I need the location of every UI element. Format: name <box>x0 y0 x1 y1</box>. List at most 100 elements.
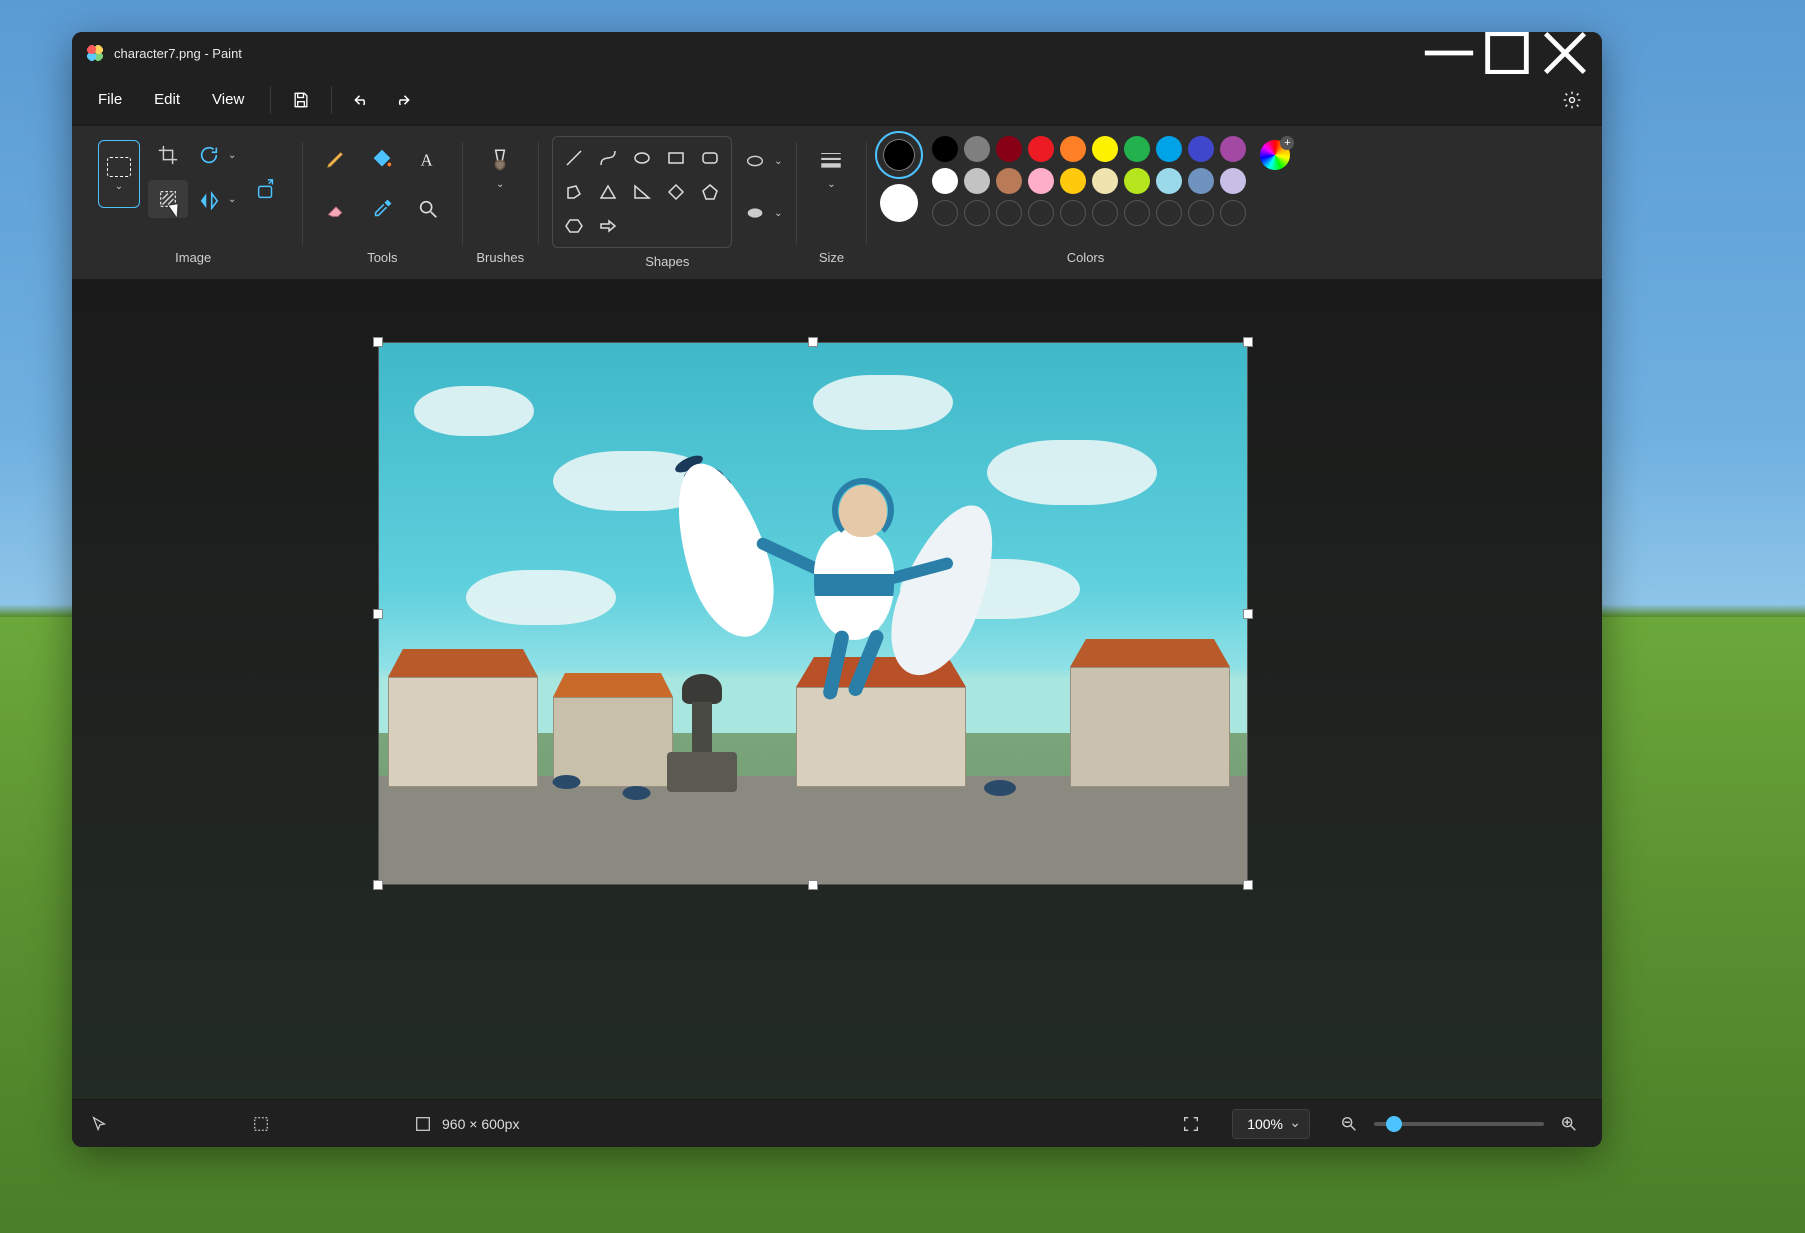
chevron-down-icon[interactable]: ⌄ <box>228 194 236 205</box>
shape-oval[interactable] <box>629 145 655 171</box>
color-swatch[interactable] <box>1156 136 1182 162</box>
menu-file[interactable]: File <box>82 83 138 116</box>
color-swatch[interactable] <box>1060 136 1086 162</box>
zoom-slider[interactable] <box>1374 1122 1544 1126</box>
color-swatch[interactable] <box>1092 136 1118 162</box>
color-swatch-empty[interactable] <box>1060 200 1086 226</box>
group-label-colors: Colors <box>1067 250 1105 269</box>
brushes-button[interactable]: ⌄ <box>479 136 521 200</box>
group-colors: Colors <box>866 136 1304 273</box>
undo-button[interactable] <box>342 80 382 120</box>
color-2-swatch[interactable] <box>880 184 918 222</box>
group-brushes: ⌄ Brushes <box>462 136 538 273</box>
resize-handle[interactable] <box>808 880 818 890</box>
color-swatch[interactable] <box>1220 136 1246 162</box>
color-swatch[interactable] <box>1188 168 1214 194</box>
color-palette <box>932 136 1246 226</box>
color-swatch[interactable] <box>1220 168 1246 194</box>
color-swatch[interactable] <box>1156 168 1182 194</box>
zoom-in-button[interactable] <box>1554 1109 1584 1139</box>
color-picker-tool[interactable] <box>362 190 402 228</box>
shape-curve[interactable] <box>595 145 621 171</box>
maximize-button[interactable] <box>1478 32 1536 74</box>
color-swatch-empty[interactable] <box>1156 200 1182 226</box>
window-title: character7.png - Paint <box>114 46 242 61</box>
resize-handle[interactable] <box>808 337 818 347</box>
menu-view[interactable]: View <box>196 83 260 116</box>
resize-handle[interactable] <box>373 337 383 347</box>
color-swatch[interactable] <box>1092 168 1118 194</box>
title-bar[interactable]: character7.png - Paint <box>72 32 1602 74</box>
settings-button[interactable] <box>1552 80 1592 120</box>
shape-rect[interactable] <box>663 145 689 171</box>
resize-handle[interactable] <box>1243 337 1253 347</box>
magnifier-tool[interactable] <box>408 190 448 228</box>
color-swatch[interactable] <box>1124 136 1150 162</box>
color-swatch-empty[interactable] <box>964 200 990 226</box>
color-swatch-empty[interactable] <box>1188 200 1214 226</box>
eraser-tool[interactable] <box>316 190 356 228</box>
fit-screen-button[interactable] <box>1174 1107 1208 1141</box>
chevron-down-icon[interactable]: ⌄ <box>774 208 782 219</box>
color-swatch[interactable] <box>996 136 1022 162</box>
transparent-selection-button[interactable] <box>148 180 188 218</box>
shape-line[interactable] <box>561 145 587 171</box>
flip-button[interactable] <box>194 180 224 218</box>
color-swatch[interactable] <box>964 136 990 162</box>
color-swatch-empty[interactable] <box>996 200 1022 226</box>
color-swatch[interactable] <box>996 168 1022 194</box>
color-swatch[interactable] <box>1028 136 1054 162</box>
chevron-down-icon[interactable]: ⌄ <box>774 156 782 167</box>
shape-roundrect[interactable] <box>697 145 723 171</box>
color-swatch[interactable] <box>1124 168 1150 194</box>
select-tool-button[interactable]: ⌄ <box>98 140 140 208</box>
chevron-down-icon: ⌄ <box>115 181 123 192</box>
zoom-select[interactable]: 100% <box>1232 1109 1310 1139</box>
shape-right-triangle[interactable] <box>629 179 655 205</box>
redo-button[interactable] <box>382 80 422 120</box>
color-swatch-empty[interactable] <box>1028 200 1054 226</box>
crop-button[interactable] <box>148 136 188 174</box>
chevron-down-icon[interactable]: ⌄ <box>228 150 236 161</box>
resize-handle[interactable] <box>1243 609 1253 619</box>
color-swatch-empty[interactable] <box>932 200 958 226</box>
shape-hexagon[interactable] <box>561 213 587 239</box>
color-swatch-empty[interactable] <box>1220 200 1246 226</box>
color-swatch[interactable] <box>932 136 958 162</box>
shapes-gallery[interactable] <box>552 136 732 248</box>
resize-handle[interactable] <box>1243 880 1253 890</box>
minimize-button[interactable] <box>1420 32 1478 74</box>
group-size: ⌄ Size <box>796 136 866 273</box>
shape-arrow-right[interactable] <box>595 213 621 239</box>
pencil-tool[interactable] <box>316 140 356 178</box>
color-swatch[interactable] <box>1188 136 1214 162</box>
close-button[interactable] <box>1536 32 1594 74</box>
color-swatch[interactable] <box>932 168 958 194</box>
text-tool[interactable]: A <box>408 140 448 178</box>
rotate-button[interactable] <box>194 136 224 174</box>
color-swatch[interactable] <box>1028 168 1054 194</box>
size-button[interactable]: ⌄ <box>810 136 852 200</box>
color-1-swatch[interactable] <box>880 136 918 174</box>
shape-pentagon[interactable] <box>697 179 723 205</box>
canvas-area[interactable] <box>72 280 1602 1099</box>
shape-triangle[interactable] <box>595 179 621 205</box>
shape-polygon[interactable] <box>561 179 587 205</box>
edit-colors-button[interactable] <box>1260 140 1290 170</box>
canvas[interactable] <box>378 342 1248 885</box>
resize-handle[interactable] <box>373 880 383 890</box>
shape-fill-button[interactable] <box>740 194 770 232</box>
resize-handle[interactable] <box>373 609 383 619</box>
chevron-down-icon: ⌄ <box>827 179 835 190</box>
fill-tool[interactable] <box>362 140 402 178</box>
shape-outline-button[interactable] <box>740 142 770 180</box>
color-swatch[interactable] <box>1060 168 1086 194</box>
color-swatch[interactable] <box>964 168 990 194</box>
resize-button[interactable] <box>244 168 288 212</box>
save-button[interactable] <box>281 80 321 120</box>
color-swatch-empty[interactable] <box>1124 200 1150 226</box>
menu-edit[interactable]: Edit <box>138 83 196 116</box>
color-swatch-empty[interactable] <box>1092 200 1118 226</box>
shape-diamond[interactable] <box>663 179 689 205</box>
zoom-out-button[interactable] <box>1334 1109 1364 1139</box>
